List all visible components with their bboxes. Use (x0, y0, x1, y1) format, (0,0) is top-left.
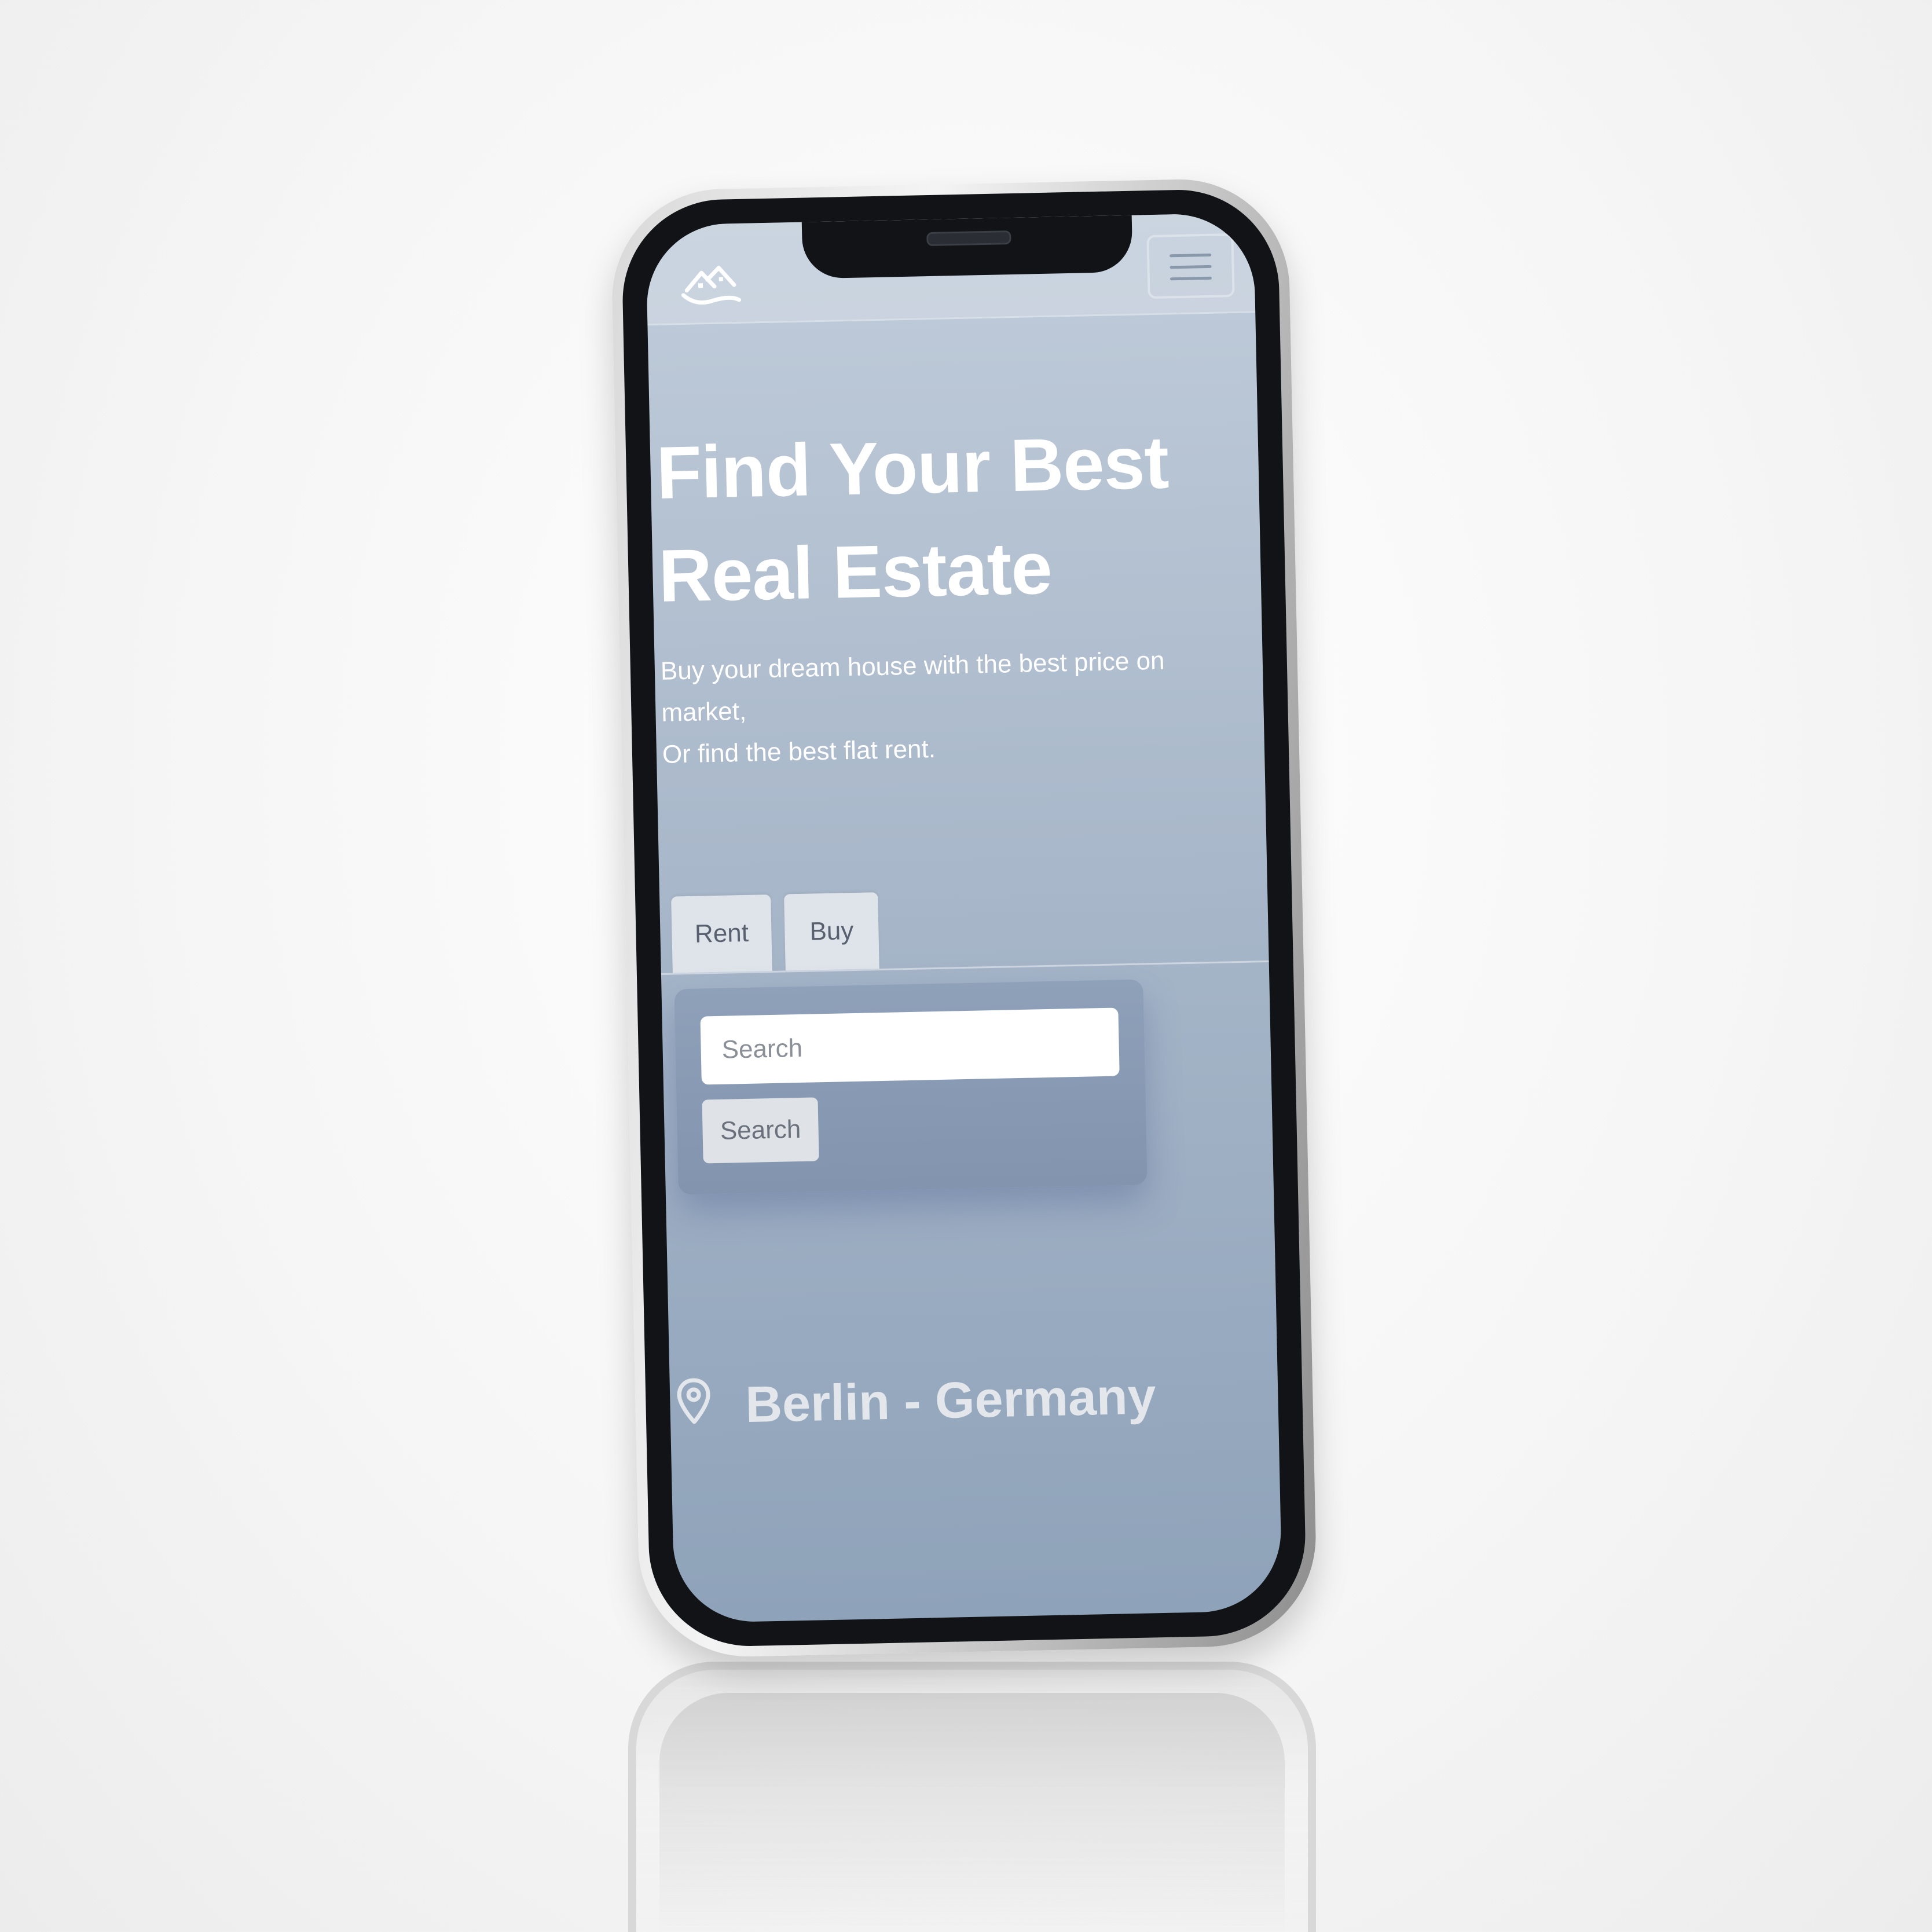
house-logo-icon[interactable] (678, 259, 743, 313)
search-card: Search (674, 979, 1148, 1195)
hamburger-menu-icon (1170, 253, 1212, 258)
location: Berlin - Germany (675, 1359, 1244, 1440)
hero-subtitle: Buy your dream house with the best price… (660, 639, 1218, 776)
search-tabs: Rent Buy (671, 892, 879, 973)
hero-title-line-1: Find Your Best (655, 421, 1170, 515)
phone-mockup: Find Your Best Real Estate Buy your drea… (610, 177, 1318, 1659)
hero-title-line-2: Real Estate (658, 526, 1053, 618)
reflection-shade (659, 1693, 1285, 1932)
phone-reflection (628, 1662, 1316, 1932)
search-button[interactable]: Search (702, 1097, 819, 1164)
hamburger-menu-icon-line-3 (1170, 276, 1212, 281)
map-pin-icon (677, 1378, 710, 1424)
tab-buy[interactable]: Buy (784, 892, 879, 971)
tab-rent[interactable]: Rent (671, 894, 772, 973)
hero-subtitle-line-1: Buy your dream house with the best price… (660, 646, 1165, 685)
phone-notch (801, 215, 1133, 279)
phone-screen: Find Your Best Real Estate Buy your drea… (645, 212, 1283, 1623)
hero-subtitle-line-3: Or find the best flat rent. (662, 734, 936, 769)
hero-subtitle-line-2: market, (661, 696, 747, 727)
speaker-grille (926, 230, 1011, 247)
hamburger-menu-icon-line-2 (1170, 265, 1212, 269)
hero-title: Find Your Best Real Estate (655, 410, 1233, 628)
menu-button[interactable] (1146, 233, 1235, 299)
location-text: Berlin - Germany (745, 1367, 1157, 1434)
phone-bezel: Find Your Best Real Estate Buy your drea… (620, 188, 1308, 1648)
search-input[interactable] (700, 1007, 1120, 1085)
